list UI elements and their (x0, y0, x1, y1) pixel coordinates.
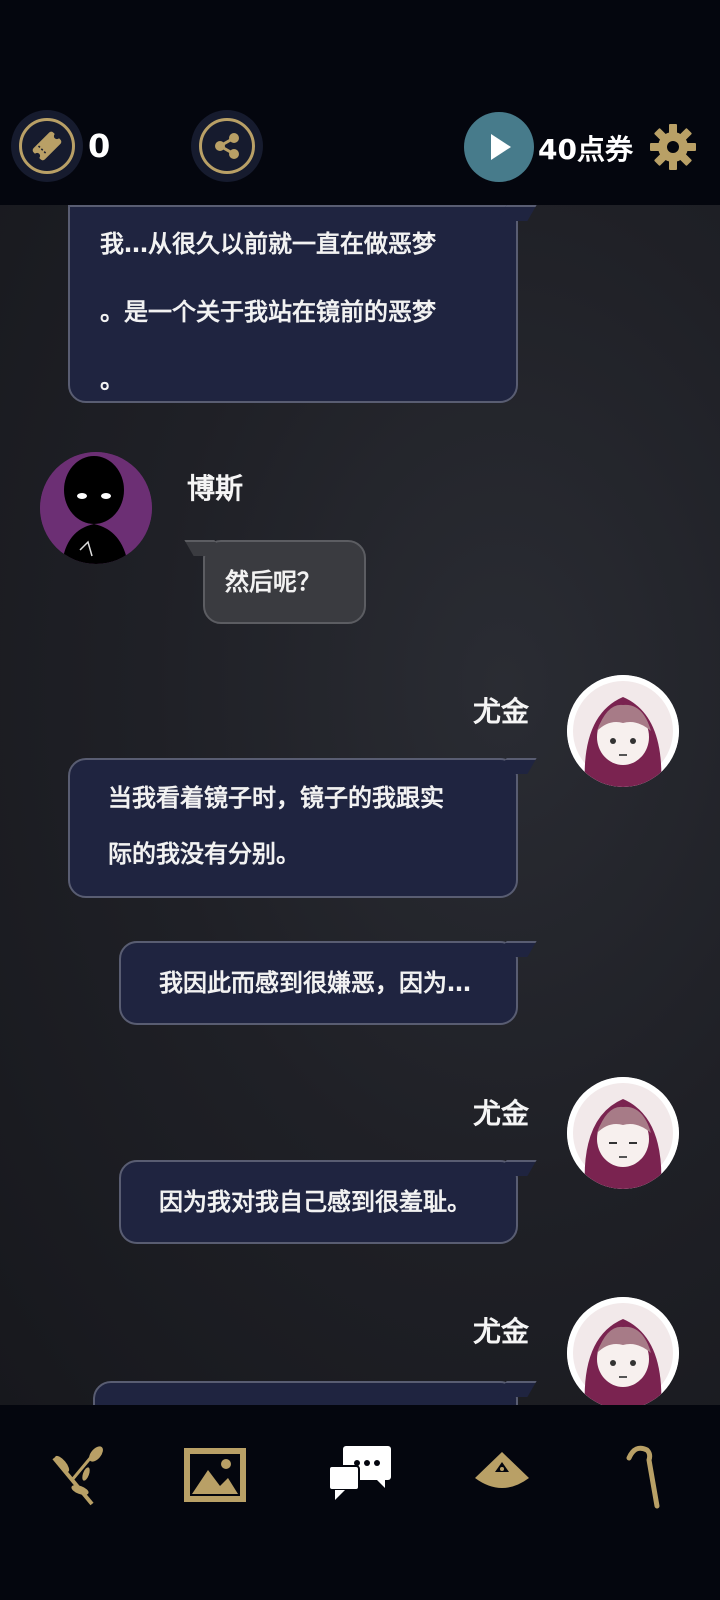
share-icon (215, 133, 239, 159)
play-button[interactable] (464, 112, 534, 182)
chat-bubble-5: 因为我对我自己感到很羞耻。 (119, 1160, 518, 1244)
chat-bubble-2: 然后呢？ (203, 540, 366, 624)
hat-icon (475, 1452, 529, 1488)
screen: 0 40点券 我…从很久以前就一直在做恶梦 。是一个关于我站在镜前的恶梦 。 博… (0, 0, 720, 1600)
nav-cane[interactable] (602, 1435, 682, 1515)
chat-line: 。是一个关于我站在镜前的恶梦 (100, 298, 436, 326)
ticket-icon (32, 131, 62, 161)
ticket-count: 0 (88, 127, 111, 165)
bottom-nav (0, 1405, 720, 1600)
speaker-name: 博斯 (187, 472, 244, 505)
chat-line: 然后呢？ (225, 568, 321, 596)
chat-line: 我…从很久以前就一直在做恶梦 (100, 230, 436, 258)
top-bar: 0 40点券 (0, 0, 720, 205)
chat-line: 当我看着镜子时，镜子的我跟实 (108, 784, 444, 812)
branch-icon (52, 1446, 103, 1506)
chat-line: 因为我对我自己感到很羞耻。 (159, 1188, 471, 1216)
chat-bubble-6 (93, 1381, 518, 1405)
nav-branch[interactable] (35, 1435, 115, 1515)
ticket-button[interactable] (11, 110, 83, 182)
speaker-name: 尤金 (473, 1315, 530, 1348)
boss-silhouette-icon (40, 452, 152, 564)
chat-line: 。 (100, 366, 124, 394)
speaker-name: 尤金 (473, 695, 530, 728)
eugene-avatar-icon (567, 675, 679, 787)
speaker-name: 尤金 (473, 1097, 530, 1130)
chat-icon (328, 1446, 391, 1500)
eugene-avatar-icon (567, 1297, 679, 1405)
chat-line: 际的我没有分别。 (108, 840, 300, 868)
nav-chat[interactable] (320, 1435, 400, 1515)
nav-hat[interactable] (462, 1435, 542, 1515)
avatar-eugene[interactable] (567, 675, 679, 787)
eugene-avatar-icon (567, 1077, 679, 1189)
points-label: 40点券 (538, 133, 633, 166)
avatar-eugene[interactable] (567, 1297, 679, 1405)
chat-bubble-3: 当我看着镜子时，镜子的我跟实 际的我没有分别。 (68, 758, 518, 898)
chat-line: 我因此而感到很嫌恶，因为… (159, 969, 471, 997)
share-button[interactable] (191, 110, 263, 182)
cane-icon (626, 1445, 660, 1509)
gallery-icon (184, 1448, 246, 1502)
chat-bubble-1: 我…从很久以前就一直在做恶梦 。是一个关于我站在镜前的恶梦 。 (68, 205, 518, 403)
chat-area[interactable]: 我…从很久以前就一直在做恶梦 。是一个关于我站在镜前的恶梦 。 博斯 然后呢？ … (0, 205, 720, 1405)
avatar-eugene[interactable] (567, 1077, 679, 1189)
play-icon (491, 134, 511, 160)
chat-bubble-4: 我因此而感到很嫌恶，因为… (119, 941, 518, 1025)
avatar-boss[interactable] (40, 452, 152, 564)
gear-icon[interactable] (648, 122, 698, 172)
nav-gallery[interactable] (175, 1435, 255, 1515)
